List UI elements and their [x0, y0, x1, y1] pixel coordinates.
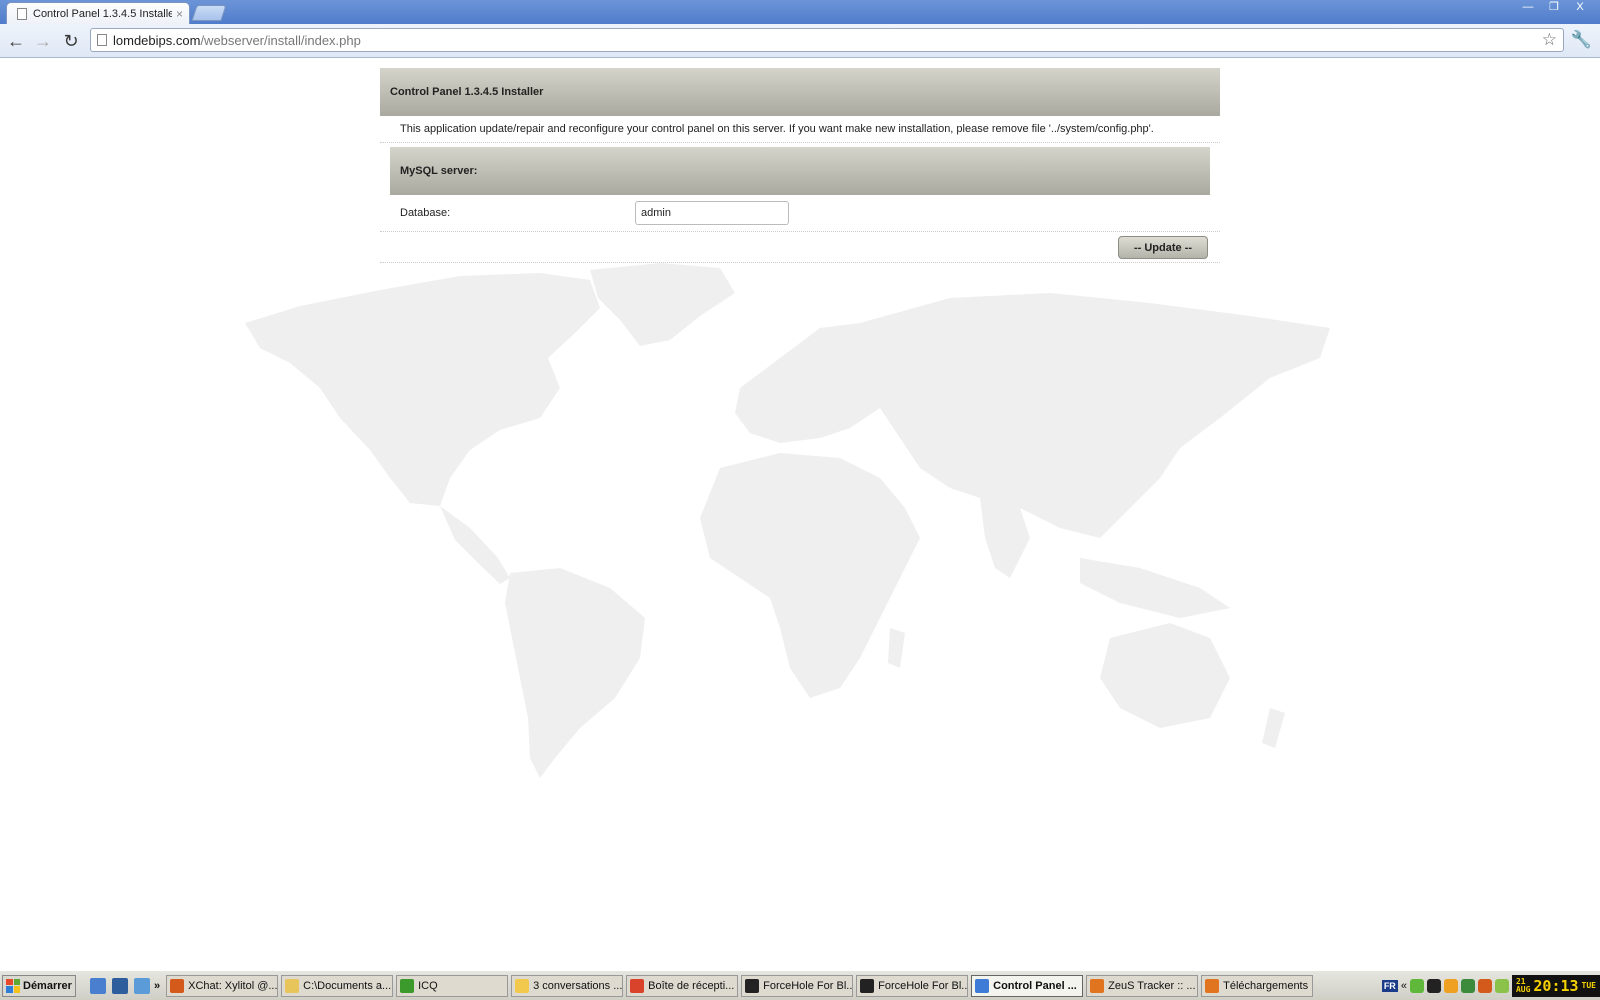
quicklaunch-ie-icon[interactable]: [90, 977, 106, 994]
folder-icon: [285, 978, 300, 993]
reload-icon[interactable]: ↻: [60, 30, 82, 52]
task-button[interactable]: ForceHole For Bl...: [856, 974, 969, 997]
task-label: Control Panel ...: [993, 979, 1077, 992]
tab-title: Control Panel 1.3.4.5 Installe: [33, 7, 172, 20]
task-label: ForceHole For Bl...: [878, 979, 969, 992]
installer-panel: Control Panel 1.3.4.5 Installer This app…: [380, 68, 1220, 263]
clock[interactable]: 21 AUG 20:13 TUE: [1511, 974, 1600, 997]
tray-app-icon[interactable]: [1409, 978, 1424, 993]
back-arrow-icon[interactable]: ←: [5, 30, 27, 52]
title-bar: Control Panel 1.3.4.5 Installe × — ❐ X: [0, 0, 1600, 24]
update-button[interactable]: -- Update --: [1118, 236, 1208, 259]
clock-date-bottom: AUG: [1515, 984, 1531, 994]
tray-app-icon[interactable]: [1494, 978, 1509, 993]
installer-intro-text: This application update/repair and recon…: [380, 116, 1220, 143]
address-bar[interactable]: lomdebips.com/webserver/install/index.ph…: [90, 28, 1564, 52]
mysql-section-header: MySQL server:: [390, 147, 1210, 195]
chat-icon: [515, 978, 530, 993]
system-tray: FR « 21 AUG 20:13 TUE: [1381, 974, 1600, 997]
forcehole-icon: [745, 978, 760, 993]
quick-launch: [90, 977, 150, 994]
taskbar: Démarrer » XChat: Xylitol @... C:\Docume…: [0, 970, 1600, 1000]
quicklaunch-more-icon[interactable]: »: [154, 980, 160, 992]
mail-icon: [630, 978, 645, 993]
task-button[interactable]: 3 conversations ...: [511, 974, 624, 997]
task-label: ZeuS Tracker :: ...: [1108, 979, 1196, 992]
firefox-icon: [1090, 978, 1105, 993]
form-actions: -- Update --: [380, 231, 1220, 263]
task-label: Téléchargements: [1223, 979, 1309, 992]
new-tab-button[interactable]: [191, 5, 227, 21]
url-domain: lomdebips.com: [113, 32, 201, 48]
database-row: Database:: [390, 195, 1210, 231]
xchat-icon: [170, 978, 185, 993]
start-label: Démarrer: [23, 979, 72, 992]
database-label: Database:: [400, 207, 451, 219]
installer-header: Control Panel 1.3.4.5 Installer: [380, 68, 1220, 116]
windows-logo-icon: [6, 978, 20, 993]
tray-app-icon[interactable]: [1443, 978, 1458, 993]
task-button[interactable]: Téléchargements: [1201, 974, 1314, 997]
window-controls: — ❐ X: [1516, 1, 1592, 15]
task-button[interactable]: XChat: Xylitol @...: [166, 974, 279, 997]
tray-expand-icon[interactable]: «: [1401, 980, 1407, 992]
mysql-section: MySQL server: Database:: [390, 147, 1210, 231]
minimize-icon[interactable]: —: [1516, 1, 1540, 15]
task-button[interactable]: ICQ: [396, 974, 509, 997]
browser-tab[interactable]: Control Panel 1.3.4.5 Installe ×: [6, 2, 190, 24]
task-label: C:\Documents a...: [303, 979, 392, 992]
page-viewport: Control Panel 1.3.4.5 Installer This app…: [0, 58, 1600, 970]
forward-arrow-icon[interactable]: →: [32, 30, 54, 52]
tray-app-icon[interactable]: [1426, 978, 1441, 993]
clock-time: 20:13: [1533, 976, 1579, 995]
task-button[interactable]: Boîte de récepti...: [626, 974, 739, 997]
forcehole-icon: [860, 978, 875, 993]
url-path: /webserver/install/index.php: [200, 32, 361, 48]
quicklaunch-desktop-icon[interactable]: [112, 977, 128, 994]
page-icon: [97, 34, 107, 46]
task-label: Boîte de récepti...: [648, 979, 735, 992]
bookmark-star-icon[interactable]: ☆: [1542, 30, 1557, 50]
task-label: ForceHole For Bl...: [763, 979, 854, 992]
firefox-icon: [1205, 978, 1220, 993]
tray-app-icon[interactable]: [1460, 978, 1475, 993]
tab-close-icon[interactable]: ×: [176, 7, 183, 21]
task-button-active[interactable]: Control Panel ...: [971, 974, 1084, 997]
task-button[interactable]: ForceHole For Bl...: [741, 974, 854, 997]
icq-icon: [400, 978, 415, 993]
clock-day: TUE: [1581, 980, 1596, 990]
task-label: 3 conversations ...: [533, 979, 623, 992]
quicklaunch-app-icon[interactable]: [134, 977, 150, 994]
restore-icon[interactable]: ❐: [1542, 1, 1566, 15]
language-indicator[interactable]: FR: [1381, 979, 1398, 992]
tray-app-icon[interactable]: [1477, 978, 1492, 993]
task-button[interactable]: C:\Documents a...: [281, 974, 394, 997]
task-button[interactable]: ZeuS Tracker :: ...: [1086, 974, 1199, 997]
chrome-icon: [975, 978, 990, 993]
database-input[interactable]: [635, 201, 789, 225]
task-label: XChat: Xylitol @...: [188, 979, 278, 992]
close-window-icon[interactable]: X: [1568, 1, 1592, 15]
browser-toolbar: ← → ↻ lomdebips.com/webserver/install/in…: [0, 24, 1600, 58]
start-button[interactable]: Démarrer: [2, 974, 76, 997]
task-buttons: XChat: Xylitol @... C:\Documents a... IC…: [166, 974, 1314, 997]
wrench-menu-icon[interactable]: 🔧: [1571, 30, 1592, 50]
page-icon: [17, 7, 27, 20]
task-label: ICQ: [418, 979, 438, 992]
